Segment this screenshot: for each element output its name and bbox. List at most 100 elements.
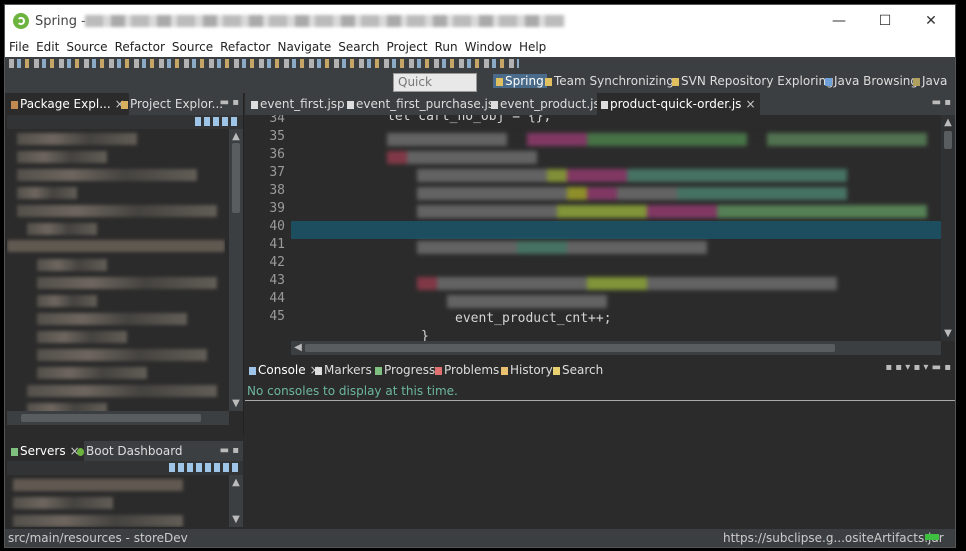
server-item[interactable] xyxy=(13,515,183,527)
server-item[interactable] xyxy=(13,479,183,491)
tree-item[interactable] xyxy=(27,385,217,397)
menu-refactor-2[interactable]: Refactor xyxy=(216,38,273,57)
menu-refactor[interactable]: Refactor xyxy=(111,38,168,57)
tree-item[interactable] xyxy=(37,313,187,325)
redacted-code-line xyxy=(417,277,837,290)
tab-progress[interactable]: Progress xyxy=(371,358,439,382)
server-list[interactable] xyxy=(7,475,225,527)
tree-item[interactable] xyxy=(27,223,97,235)
tab-event-product-js[interactable]: event_product.js xyxy=(487,93,604,115)
tab-problems[interactable]: Problems xyxy=(431,358,503,382)
menu-help[interactable]: Help xyxy=(515,38,549,57)
line-number: 40 xyxy=(269,219,285,234)
tree-vertical-scrollbar[interactable]: ▲ ▼ xyxy=(229,129,243,411)
tree-horizontal-scrollbar[interactable] xyxy=(7,411,229,425)
tab-project-explorer[interactable]: Project Explor... xyxy=(117,93,227,115)
menu-project[interactable]: Project xyxy=(383,38,431,57)
tree-item[interactable] xyxy=(37,331,127,343)
scrollbar-thumb[interactable] xyxy=(21,414,201,422)
status-background-task[interactable]: https://subclipse.g...ositeArtifacts.jar xyxy=(723,531,944,545)
line-number: 45 xyxy=(269,309,285,324)
perspective-java-browsing[interactable]: Java Browsing xyxy=(825,74,918,88)
close-tab-icon[interactable]: × xyxy=(745,97,755,111)
scroll-down-icon[interactable]: ▼ xyxy=(229,398,243,409)
menu-window[interactable]: Window xyxy=(461,38,515,57)
editor-tabbar: event_first.jsp event_first_purchase.js … xyxy=(245,93,955,115)
spring-perspective-icon xyxy=(496,78,503,86)
menu-bar: File Edit Source Refactor Source Refacto… xyxy=(5,38,955,57)
line-number: 44 xyxy=(269,291,285,306)
tab-package-explorer[interactable]: Package Expl... × xyxy=(7,93,129,115)
editor-text-area[interactable]: 34 35 36 37 38 39 40 41 42 43 44 45 let … xyxy=(245,115,941,341)
tree-item[interactable] xyxy=(17,133,137,145)
line-number: 41 xyxy=(269,237,285,252)
tree-item-selected[interactable] xyxy=(7,240,225,252)
perspective-svn[interactable]: SVN Repository Exploring xyxy=(672,74,834,88)
scroll-up-icon[interactable]: ▲ xyxy=(229,131,243,142)
tree-item[interactable] xyxy=(17,151,107,163)
tree-item[interactable] xyxy=(27,403,107,411)
scrollbar-thumb[interactable] xyxy=(944,131,952,149)
quick-access-input[interactable]: Quick Access xyxy=(393,73,477,106)
main-toolbar xyxy=(5,57,955,71)
scroll-down-icon[interactable]: ▼ xyxy=(229,514,243,525)
maximize-button[interactable]: ☐ xyxy=(873,11,897,31)
editor-vertical-scrollbar[interactable]: ▲ ▼ xyxy=(941,115,955,341)
window-title-redacted xyxy=(85,15,565,27)
scrollbar-thumb[interactable] xyxy=(232,143,240,213)
tree-item[interactable] xyxy=(17,187,77,199)
servers-panel: Servers × Boot Dashboard ▬ ▪ ▲ ▼ xyxy=(7,441,243,529)
menu-source[interactable]: Source xyxy=(62,38,110,57)
tab-event-first-jsp[interactable]: event_first.jsp xyxy=(247,93,349,115)
console-panel: Console× Markers Progress Problems Histo… xyxy=(245,358,955,529)
tab-history[interactable]: History xyxy=(497,358,557,382)
scroll-up-icon[interactable]: ▲ xyxy=(941,117,955,128)
servers-scrollbar[interactable]: ▲ ▼ xyxy=(229,475,243,527)
tab-boot-dashboard[interactable]: Boot Dashboard xyxy=(73,441,187,461)
tree-item[interactable] xyxy=(37,367,147,379)
server-action-icons[interactable] xyxy=(169,463,239,472)
scroll-down-icon[interactable]: ▼ xyxy=(941,328,955,339)
menu-run[interactable]: Run xyxy=(431,38,461,57)
collapse-link-icons[interactable] xyxy=(195,117,239,126)
tree-item[interactable] xyxy=(17,205,217,217)
tree-item[interactable] xyxy=(17,169,197,181)
scroll-left-icon[interactable]: ◀ xyxy=(291,342,305,353)
menu-search[interactable]: Search xyxy=(334,38,382,57)
editor-view-menu-icon[interactable]: ▬ ▪ xyxy=(932,97,951,108)
project-icon xyxy=(121,101,128,109)
jsp-file-icon xyxy=(251,101,258,109)
perspective-spring[interactable]: Spring xyxy=(493,74,547,88)
perspective-java[interactable]: Java xyxy=(913,74,947,88)
close-button[interactable]: ✕ xyxy=(919,11,943,31)
console-toolbar-icons[interactable]: ▪ ▪ ▾ ▪ ▾ ▬ ▪ xyxy=(885,362,951,373)
menu-edit[interactable]: Edit xyxy=(32,38,62,57)
view-menu-icon[interactable]: ▬ ▪ xyxy=(220,97,239,108)
tab-event-first-purchase-js[interactable]: event_first_purchase.js xyxy=(343,93,498,115)
tree-item[interactable] xyxy=(37,295,97,307)
line-number: 35 xyxy=(269,129,285,144)
view-menu-icon[interactable]: ▬ ▪ xyxy=(220,445,239,456)
java-icon xyxy=(913,78,920,86)
tab-product-quick-order-js[interactable]: product-quick-order.js × xyxy=(597,93,760,115)
code-line: event_product_cnt++; xyxy=(455,311,612,326)
package-explorer-tabbar: Package Expl... × Project Explor... ▬ ▪ xyxy=(7,93,243,115)
menu-navigate[interactable]: Navigate xyxy=(273,38,334,57)
server-item[interactable] xyxy=(13,497,113,509)
tab-search[interactable]: Search xyxy=(549,358,607,382)
spring-leaf-icon xyxy=(13,13,29,29)
scrollbar-thumb[interactable] xyxy=(305,344,835,352)
tree-item[interactable] xyxy=(37,277,217,289)
tree-item[interactable] xyxy=(37,349,207,361)
tree-item[interactable] xyxy=(37,259,107,271)
menu-source-2[interactable]: Source xyxy=(168,38,216,57)
toolbar-icons[interactable] xyxy=(9,59,519,68)
package-tree[interactable] xyxy=(7,129,225,411)
editor-horizontal-scrollbar[interactable]: ◀ xyxy=(291,341,941,355)
scroll-up-icon[interactable]: ▲ xyxy=(229,477,243,488)
tab-markers[interactable]: Markers xyxy=(311,358,376,382)
perspective-team-synchronizing[interactable]: Team Synchronizing xyxy=(545,74,674,88)
menu-file[interactable]: File xyxy=(5,38,32,57)
heap-status-icon[interactable] xyxy=(925,534,939,540)
minimize-button[interactable]: — xyxy=(827,11,851,31)
